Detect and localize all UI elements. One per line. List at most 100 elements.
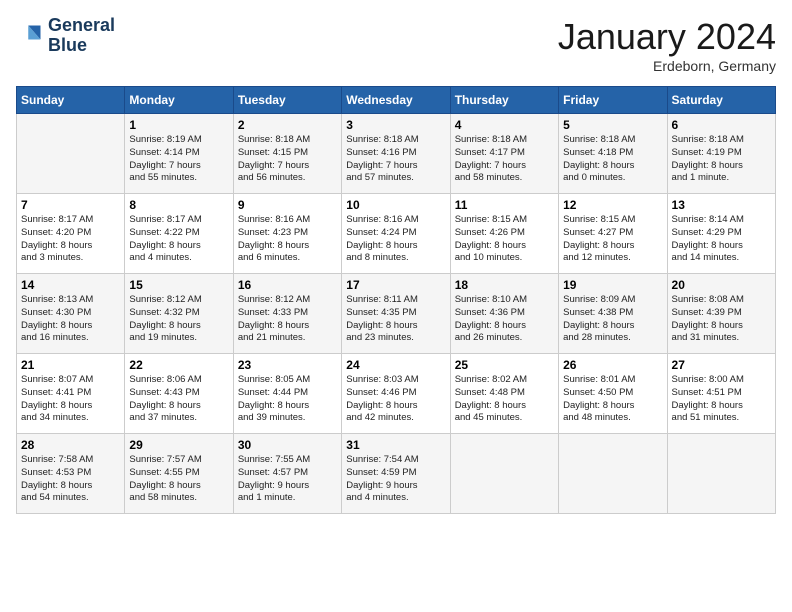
logo-text: General Blue <box>48 16 115 56</box>
weekday-header: Monday <box>125 87 233 114</box>
calendar-cell: 20 Sunrise: 8:08 AM Sunset: 4:39 PM Dayli… <box>667 274 775 354</box>
title-block: January 2024 Erdeborn, Germany <box>558 16 776 74</box>
weekday-header-row: SundayMondayTuesdayWednesdayThursdayFrid… <box>17 87 776 114</box>
day-info: Sunrise: 8:07 AM Sunset: 4:41 PM Dayligh… <box>21 374 120 425</box>
day-number: 31 <box>346 438 445 452</box>
calendar-week-row: 28 Sunrise: 7:58 AM Sunset: 4:53 PM Dayli… <box>17 434 776 514</box>
month-title: January 2024 <box>558 16 776 58</box>
calendar-cell: 18Sunrise: 8:10 AM Sunset: 4:36 PM Dayli… <box>450 274 558 354</box>
day-info: Sunrise: 8:13 AM Sunset: 4:30 PM Dayligh… <box>21 294 120 345</box>
day-number: 24 <box>346 358 445 372</box>
day-info: Sunrise: 8:08 AM Sunset: 4:39 PM Dayligh… <box>672 294 771 345</box>
day-info: Sunrise: 8:15 AM Sunset: 4:27 PM Dayligh… <box>563 214 662 265</box>
calendar-week-row: 1 Sunrise: 8:19 AM Sunset: 4:14 PM Daylig… <box>17 114 776 194</box>
calendar-cell: 25 Sunrise: 8:02 AM Sunset: 4:48 PM Dayli… <box>450 354 558 434</box>
location: Erdeborn, Germany <box>558 58 776 74</box>
day-info: Sunrise: 7:58 AM Sunset: 4:53 PM Dayligh… <box>21 454 120 505</box>
calendar-cell: 10 Sunrise: 8:16 AM Sunset: 4:24 PM Dayli… <box>342 194 450 274</box>
day-number: 10 <box>346 198 445 212</box>
day-number: 19 <box>563 278 662 292</box>
calendar-cell: 17 Sunrise: 8:11 AM Sunset: 4:35 PM Dayli… <box>342 274 450 354</box>
day-info: Sunrise: 8:18 AM Sunset: 4:18 PM Dayligh… <box>563 134 662 185</box>
day-number: 7 <box>21 198 120 212</box>
day-number: 14 <box>21 278 120 292</box>
logo-line1: General <box>48 16 115 36</box>
logo-icon <box>16 22 44 50</box>
calendar-cell: 8 Sunrise: 8:17 AM Sunset: 4:22 PM Daylig… <box>125 194 233 274</box>
day-info: Sunrise: 8:17 AM Sunset: 4:22 PM Dayligh… <box>129 214 228 265</box>
day-number: 3 <box>346 118 445 132</box>
day-number: 28 <box>21 438 120 452</box>
day-number: 9 <box>238 198 337 212</box>
day-number: 4 <box>455 118 554 132</box>
day-number: 8 <box>129 198 228 212</box>
calendar-cell: 16 Sunrise: 8:12 AM Sunset: 4:33 PM Dayli… <box>233 274 341 354</box>
day-number: 25 <box>455 358 554 372</box>
day-number: 22 <box>129 358 228 372</box>
calendar-cell: 11 Sunrise: 8:15 AM Sunset: 4:26 PM Dayli… <box>450 194 558 274</box>
day-info: Sunrise: 8:00 AM Sunset: 4:51 PM Dayligh… <box>672 374 771 425</box>
calendar-cell: 3Sunrise: 8:18 AM Sunset: 4:16 PM Daylig… <box>342 114 450 194</box>
day-info: Sunrise: 8:12 AM Sunset: 4:33 PM Dayligh… <box>238 294 337 345</box>
day-info: Sunrise: 8:16 AM Sunset: 4:23 PM Dayligh… <box>238 214 337 265</box>
calendar-cell: 26 Sunrise: 8:01 AM Sunset: 4:50 PM Dayli… <box>559 354 667 434</box>
calendar-cell: 6 Sunrise: 8:18 AM Sunset: 4:19 PM Daylig… <box>667 114 775 194</box>
day-number: 16 <box>238 278 337 292</box>
day-info: Sunrise: 8:02 AM Sunset: 4:48 PM Dayligh… <box>455 374 554 425</box>
calendar-cell: 29Sunrise: 7:57 AM Sunset: 4:55 PM Dayli… <box>125 434 233 514</box>
day-info: Sunrise: 7:55 AM Sunset: 4:57 PM Dayligh… <box>238 454 337 505</box>
calendar-cell: 1 Sunrise: 8:19 AM Sunset: 4:14 PM Daylig… <box>125 114 233 194</box>
calendar-cell: 12Sunrise: 8:15 AM Sunset: 4:27 PM Dayli… <box>559 194 667 274</box>
day-number: 30 <box>238 438 337 452</box>
day-info: Sunrise: 8:19 AM Sunset: 4:14 PM Dayligh… <box>129 134 228 185</box>
calendar-cell <box>17 114 125 194</box>
day-info: Sunrise: 7:57 AM Sunset: 4:55 PM Dayligh… <box>129 454 228 505</box>
day-info: Sunrise: 8:09 AM Sunset: 4:38 PM Dayligh… <box>563 294 662 345</box>
day-number: 2 <box>238 118 337 132</box>
calendar-cell: 22 Sunrise: 8:06 AM Sunset: 4:43 PM Dayli… <box>125 354 233 434</box>
weekday-header: Sunday <box>17 87 125 114</box>
weekday-header: Friday <box>559 87 667 114</box>
day-info: Sunrise: 8:01 AM Sunset: 4:50 PM Dayligh… <box>563 374 662 425</box>
day-number: 20 <box>672 278 771 292</box>
day-number: 26 <box>563 358 662 372</box>
day-info: Sunrise: 8:06 AM Sunset: 4:43 PM Dayligh… <box>129 374 228 425</box>
calendar-cell: 2 Sunrise: 8:18 AM Sunset: 4:15 PM Daylig… <box>233 114 341 194</box>
calendar-cell: 24Sunrise: 8:03 AM Sunset: 4:46 PM Dayli… <box>342 354 450 434</box>
day-info: Sunrise: 8:18 AM Sunset: 4:15 PM Dayligh… <box>238 134 337 185</box>
day-info: Sunrise: 8:18 AM Sunset: 4:19 PM Dayligh… <box>672 134 771 185</box>
calendar-cell: 13 Sunrise: 8:14 AM Sunset: 4:29 PM Dayli… <box>667 194 775 274</box>
day-info: Sunrise: 8:16 AM Sunset: 4:24 PM Dayligh… <box>346 214 445 265</box>
day-number: 6 <box>672 118 771 132</box>
day-info: Sunrise: 8:10 AM Sunset: 4:36 PM Dayligh… <box>455 294 554 345</box>
day-number: 5 <box>563 118 662 132</box>
day-number: 23 <box>238 358 337 372</box>
day-info: Sunrise: 8:17 AM Sunset: 4:20 PM Dayligh… <box>21 214 120 265</box>
calendar-cell: 30 Sunrise: 7:55 AM Sunset: 4:57 PM Dayli… <box>233 434 341 514</box>
day-info: Sunrise: 8:18 AM Sunset: 4:17 PM Dayligh… <box>455 134 554 185</box>
calendar-cell: 23Sunrise: 8:05 AM Sunset: 4:44 PM Dayli… <box>233 354 341 434</box>
day-number: 11 <box>455 198 554 212</box>
logo-line2: Blue <box>48 36 115 56</box>
calendar-week-row: 21Sunrise: 8:07 AM Sunset: 4:41 PM Dayli… <box>17 354 776 434</box>
calendar-cell <box>667 434 775 514</box>
calendar-cell: 15Sunrise: 8:12 AM Sunset: 4:32 PM Dayli… <box>125 274 233 354</box>
calendar-cell <box>559 434 667 514</box>
calendar-table: SundayMondayTuesdayWednesdayThursdayFrid… <box>16 86 776 514</box>
calendar-cell: 19 Sunrise: 8:09 AM Sunset: 4:38 PM Dayli… <box>559 274 667 354</box>
logo: General Blue <box>16 16 115 56</box>
day-number: 27 <box>672 358 771 372</box>
day-info: Sunrise: 8:14 AM Sunset: 4:29 PM Dayligh… <box>672 214 771 265</box>
day-info: Sunrise: 8:11 AM Sunset: 4:35 PM Dayligh… <box>346 294 445 345</box>
day-number: 17 <box>346 278 445 292</box>
day-number: 13 <box>672 198 771 212</box>
calendar-cell: 9 Sunrise: 8:16 AM Sunset: 4:23 PM Daylig… <box>233 194 341 274</box>
calendar-week-row: 14 Sunrise: 8:13 AM Sunset: 4:30 PM Dayli… <box>17 274 776 354</box>
weekday-header: Wednesday <box>342 87 450 114</box>
calendar-week-row: 7 Sunrise: 8:17 AM Sunset: 4:20 PM Daylig… <box>17 194 776 274</box>
calendar-cell: 14 Sunrise: 8:13 AM Sunset: 4:30 PM Dayli… <box>17 274 125 354</box>
day-info: Sunrise: 8:15 AM Sunset: 4:26 PM Dayligh… <box>455 214 554 265</box>
calendar-cell: 4 Sunrise: 8:18 AM Sunset: 4:17 PM Daylig… <box>450 114 558 194</box>
day-number: 1 <box>129 118 228 132</box>
calendar-cell: 7 Sunrise: 8:17 AM Sunset: 4:20 PM Daylig… <box>17 194 125 274</box>
